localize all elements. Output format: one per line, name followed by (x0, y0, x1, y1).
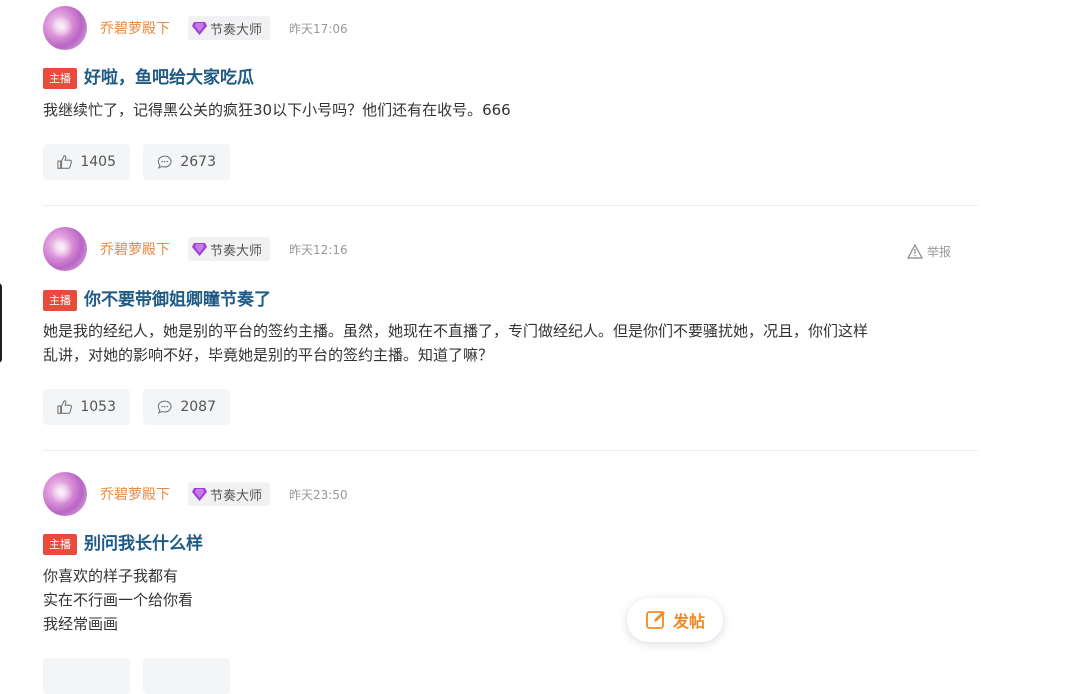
user-badge: 节奏大师 (188, 16, 271, 40)
new-post-button[interactable]: 发帖 (627, 598, 723, 642)
like-count: 1053 (80, 399, 116, 415)
new-post-label: 发帖 (672, 612, 705, 631)
avatar[interactable] (43, 472, 87, 516)
badge-label: 节奏大师 (210, 488, 263, 504)
edge-scroll-handle[interactable] (0, 283, 2, 363)
user-badge: 节奏大师 (188, 237, 271, 261)
post-body-line: 实在不行画一个给你看 (43, 591, 194, 609)
thumbs-up-icon (57, 155, 72, 169)
username[interactable]: 乔碧萝殿下 (100, 240, 170, 260)
username[interactable]: 乔碧萝殿下 (100, 485, 170, 505)
comment-icon (157, 400, 172, 414)
like-button[interactable]: 1405 (43, 144, 130, 180)
comment-button[interactable] (143, 658, 230, 694)
diamond-icon (192, 487, 207, 501)
post-time: 昨天17:06 (289, 22, 348, 36)
post-title[interactable]: 你不要带御姐卿瞳节奏了 (84, 288, 271, 312)
post-divider (43, 205, 978, 206)
post-time: 昨天12:16 (289, 243, 348, 257)
edit-icon (646, 611, 665, 629)
post-divider (43, 450, 978, 451)
host-tag: 主播 (43, 68, 77, 89)
avatar[interactable] (43, 6, 87, 50)
avatar[interactable] (43, 227, 87, 271)
username[interactable]: 乔碧萝殿下 (100, 19, 170, 39)
comment-button[interactable]: 2673 (143, 144, 230, 180)
comment-count: 2087 (180, 399, 216, 415)
post-body[interactable]: 我继续忙了，记得黑公关的疯狂30以下小号吗？他们还有在收号。666 (43, 98, 983, 122)
post-body-line: 她是我的经纪人，她是别的平台的签约主播。虽然，她现在不直播了，专门做经纪人。但是… (43, 322, 869, 340)
host-tag: 主播 (43, 290, 77, 311)
like-button[interactable]: 1053 (43, 389, 130, 425)
user-badge: 节奏大师 (188, 482, 271, 506)
thumbs-up-icon (57, 400, 72, 414)
badge-label: 节奏大师 (210, 243, 263, 259)
post-title[interactable]: 别问我长什么样 (84, 532, 203, 556)
warning-icon (907, 244, 923, 259)
like-count: 1405 (80, 154, 116, 170)
comment-count: 2673 (180, 154, 216, 170)
post-time: 昨天23:50 (289, 488, 348, 502)
post-title[interactable]: 好啦，鱼吧给大家吃瓜 (84, 66, 254, 90)
diamond-icon (192, 21, 207, 35)
post-body-line: 乱讲，对她的影响不好，毕竟她是别的平台的签约主播。知道了嘛？ (43, 346, 494, 364)
report-label: 举报 (927, 245, 952, 259)
host-tag: 主播 (43, 534, 77, 555)
badge-label: 节奏大师 (210, 22, 263, 38)
post-body[interactable]: 她是我的经纪人，她是别的平台的签约主播。虽然，她现在不直播了，专门做经纪人。但是… (43, 319, 983, 367)
post-body-line: 我继续忙了，记得黑公关的疯狂30以下小号吗？他们还有在收号。666 (43, 101, 511, 119)
comment-button[interactable]: 2087 (143, 389, 230, 425)
post-body-line: 我经常画画 (43, 615, 119, 633)
diamond-icon (192, 242, 207, 256)
post-body[interactable]: 你喜欢的样子我都有 实在不行画一个给你看 我经常画画 (43, 564, 983, 636)
report-button[interactable]: 举报 (907, 243, 951, 260)
like-button[interactable] (43, 658, 130, 694)
comment-icon (157, 155, 172, 169)
post-body-line: 你喜欢的样子我都有 (43, 567, 179, 585)
